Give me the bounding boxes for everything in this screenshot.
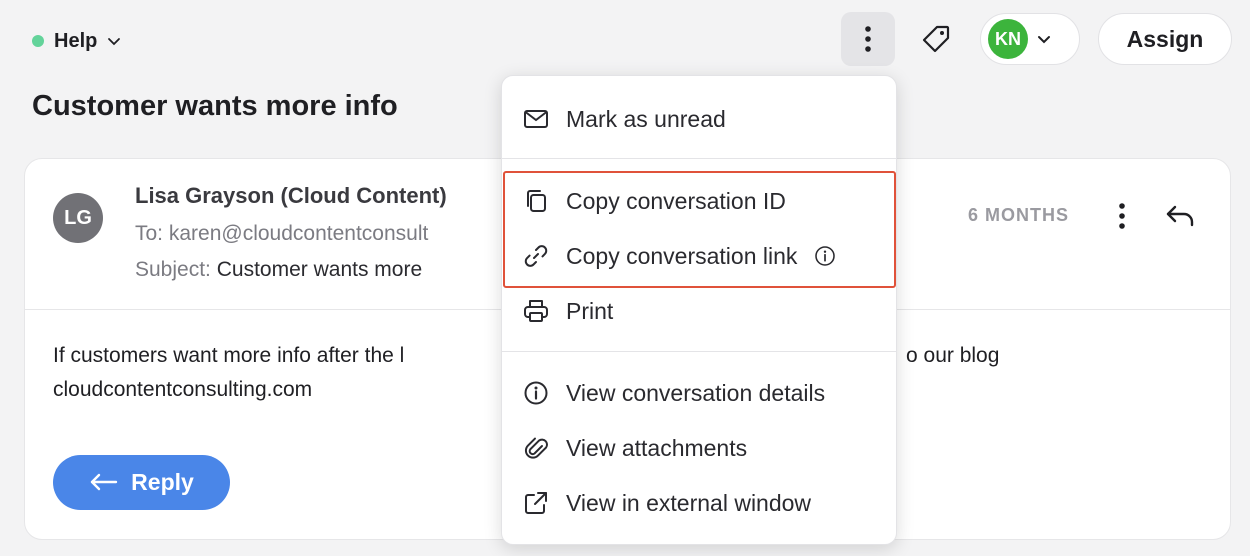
status-dot — [32, 35, 44, 47]
to-label: To: — [135, 222, 164, 245]
reply-icon — [1166, 205, 1194, 227]
message-reply-button[interactable] — [1160, 198, 1200, 234]
menu-separator — [502, 158, 896, 159]
assignee-selector[interactable]: KN — [980, 13, 1080, 65]
menu-item-label: Mark as unread — [566, 105, 726, 132]
printer-icon — [524, 300, 548, 322]
recipient-line: To: karen@cloudcontentconsult — [135, 222, 428, 246]
sender-avatar: LG — [53, 193, 103, 243]
assignee-avatar: KN — [988, 19, 1028, 59]
reply-button[interactable]: Reply — [53, 455, 230, 510]
menu-item-conversation-details[interactable]: View conversation details — [522, 373, 825, 413]
info-icon — [524, 381, 548, 405]
menu-item-external-window[interactable]: View in external window — [522, 483, 811, 523]
more-options-button[interactable] — [841, 12, 895, 66]
inbox-selector[interactable]: Help — [32, 26, 121, 56]
subject-label: Subject: — [135, 258, 211, 281]
to-value: karen@cloudcontentconsult — [168, 222, 429, 245]
menu-item-label: View in external window — [566, 489, 812, 516]
vertical-ellipsis-icon — [1119, 203, 1125, 229]
inbox-name: Help — [54, 29, 98, 52]
subject-value: Customer wants more — [216, 258, 423, 281]
menu-item-label: View attachments — [566, 434, 748, 461]
sender-name: Lisa Grayson (Cloud Content) — [135, 183, 447, 208]
highlight-box — [503, 171, 896, 288]
message-more-button[interactable] — [1108, 198, 1136, 234]
menu-item-label: Print — [566, 297, 614, 324]
message-body-line-tail: o our blog — [906, 344, 1000, 367]
envelope-icon — [524, 110, 548, 128]
external-link-icon — [525, 492, 547, 514]
subject-line: Subject: Customer wants more — [135, 258, 422, 282]
conversation-title: Customer wants more info — [32, 90, 398, 122]
menu-separator — [502, 351, 896, 352]
reply-icon — [90, 473, 118, 490]
menu-item-print[interactable]: Print — [522, 291, 613, 331]
message-timestamp: 6 MONTHS — [968, 205, 1070, 225]
menu-item-label: View conversation details — [566, 379, 826, 406]
vertical-ellipsis-icon — [865, 26, 871, 52]
paperclip-icon — [524, 437, 548, 459]
reply-label: Reply — [131, 469, 194, 495]
chevron-down-icon — [1038, 36, 1050, 44]
menu-item-mark-unread[interactable]: Mark as unread — [522, 99, 726, 139]
chevron-down-icon — [108, 38, 121, 46]
menu-item-attachments[interactable]: View attachments — [522, 428, 747, 468]
tag-icon — [922, 25, 950, 53]
assign-button[interactable]: Assign — [1098, 13, 1232, 65]
tag-button[interactable] — [912, 14, 960, 64]
